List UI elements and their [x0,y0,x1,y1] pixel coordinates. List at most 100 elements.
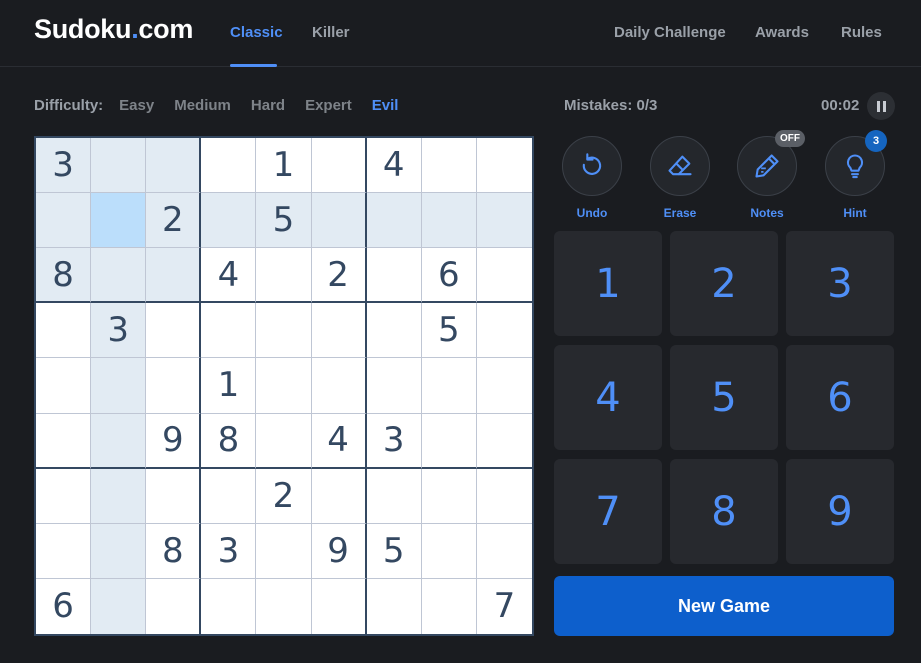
sudoku-cell[interactable]: 2 [311,248,367,304]
number-key-6[interactable]: 6 [786,345,894,450]
sudoku-cell[interactable] [366,303,422,359]
sudoku-cell[interactable] [146,303,202,359]
sudoku-cell[interactable] [256,303,312,359]
sudoku-cell[interactable]: 6 [36,578,92,634]
sudoku-cell[interactable]: 5 [256,193,312,249]
difficulty-hard[interactable]: Hard [251,97,285,114]
sudoku-cell[interactable] [421,468,477,524]
sudoku-cell[interactable] [312,578,367,634]
sudoku-cell[interactable]: 3 [201,523,257,579]
sudoku-cell[interactable] [311,138,367,194]
sudoku-cell[interactable] [146,468,202,524]
site-logo[interactable]: Sudoku.com [34,14,193,45]
number-key-7[interactable]: 7 [554,459,662,564]
sudoku-cell[interactable] [91,578,147,634]
sudoku-cell[interactable]: 3 [36,138,92,194]
sudoku-cell[interactable] [201,138,257,194]
sudoku-cell[interactable] [36,358,92,414]
sudoku-cell[interactable]: 8 [146,523,202,579]
sudoku-cell[interactable] [476,414,532,469]
sudoku-cell[interactable] [421,358,477,414]
sudoku-cell[interactable] [421,138,477,194]
number-key-4[interactable]: 4 [554,345,662,450]
sudoku-cell[interactable] [91,413,147,469]
sudoku-cell[interactable] [146,248,202,304]
sudoku-cell[interactable] [421,413,477,469]
sudoku-cell[interactable] [311,303,367,359]
sudoku-cell[interactable] [311,358,367,414]
sudoku-cell[interactable] [256,358,312,414]
sudoku-cell[interactable]: 7 [477,579,532,634]
sudoku-cell[interactable] [201,193,257,249]
sudoku-cell[interactable] [421,193,477,249]
pause-button[interactable] [867,92,895,120]
sudoku-cell[interactable]: 5 [366,523,422,579]
sudoku-cell[interactable] [36,468,92,524]
nav-rules[interactable]: Rules [841,24,882,41]
sudoku-cell[interactable]: 6 [421,248,477,304]
difficulty-expert[interactable]: Expert [305,97,352,114]
difficulty-evil[interactable]: Evil [372,97,399,114]
hint-button[interactable]: 3 Hint [825,130,887,220]
sudoku-cell[interactable] [422,578,477,634]
sudoku-cell[interactable] [201,303,257,359]
sudoku-cell[interactable] [91,248,147,304]
sudoku-cell[interactable] [146,358,202,414]
number-key-5[interactable]: 5 [670,345,778,450]
sudoku-cell[interactable] [201,578,257,634]
sudoku-cell[interactable] [366,248,422,304]
number-key-1[interactable]: 1 [554,231,662,336]
sudoku-cell[interactable]: 3 [366,413,422,469]
number-key-3[interactable]: 3 [786,231,894,336]
sudoku-cell[interactable] [36,303,92,359]
sudoku-cell[interactable] [476,524,532,579]
new-game-button[interactable]: New Game [554,576,894,636]
sudoku-cell[interactable] [201,468,257,524]
undo-button[interactable]: Undo [562,136,622,220]
sudoku-cell[interactable] [91,523,147,579]
sudoku-cell[interactable] [366,468,422,524]
sudoku-cell[interactable] [256,413,312,469]
sudoku-cell[interactable] [367,578,422,634]
sudoku-cell[interactable]: 1 [256,138,312,194]
difficulty-easy[interactable]: Easy [119,97,154,114]
sudoku-cell[interactable]: 5 [421,303,477,359]
nav-classic[interactable]: Classic [230,24,283,41]
erase-button[interactable]: Erase [650,136,710,220]
notes-button[interactable]: OFF Notes [737,130,805,220]
sudoku-cell[interactable] [366,193,422,249]
sudoku-cell[interactable] [36,523,92,579]
sudoku-cell[interactable]: 4 [366,138,422,194]
sudoku-cell[interactable] [36,193,92,249]
nav-killer[interactable]: Killer [312,24,350,41]
sudoku-cell[interactable]: 3 [91,303,147,359]
nav-daily-challenge[interactable]: Daily Challenge [614,24,726,41]
sudoku-cell[interactable] [91,468,147,524]
sudoku-cell[interactable] [146,138,202,194]
sudoku-cell[interactable] [91,138,147,194]
sudoku-cell[interactable]: 9 [311,523,367,579]
sudoku-cell[interactable] [256,523,312,579]
sudoku-cell[interactable] [366,358,422,414]
sudoku-cell[interactable] [91,193,147,249]
sudoku-cell[interactable] [476,193,532,249]
sudoku-cell[interactable]: 1 [201,358,257,414]
sudoku-cell[interactable]: 4 [311,413,367,469]
sudoku-cell[interactable] [476,248,532,304]
sudoku-cell[interactable] [91,358,147,414]
sudoku-cell[interactable] [256,248,312,304]
sudoku-cell[interactable] [476,303,532,359]
number-key-9[interactable]: 9 [786,459,894,564]
sudoku-cell[interactable] [476,138,532,194]
sudoku-cell[interactable] [476,469,532,524]
sudoku-cell[interactable]: 2 [146,193,202,249]
sudoku-cell[interactable] [256,578,312,634]
nav-awards[interactable]: Awards [755,24,809,41]
number-key-2[interactable]: 2 [670,231,778,336]
sudoku-cell[interactable] [311,468,367,524]
sudoku-cell[interactable] [311,193,367,249]
sudoku-cell[interactable] [36,413,92,469]
sudoku-cell[interactable]: 4 [201,248,257,304]
sudoku-cell[interactable]: 9 [146,413,202,469]
number-key-8[interactable]: 8 [670,459,778,564]
